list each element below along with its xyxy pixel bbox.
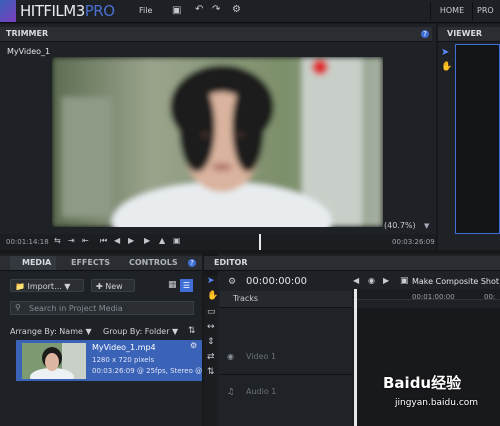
watermark-url: jingyan.baidu.com bbox=[395, 398, 479, 408]
snap-icon[interactable]: ⚙ bbox=[228, 277, 236, 287]
composite-icon[interactable]: ▣ bbox=[400, 276, 409, 286]
tab-media[interactable]: MEDIA bbox=[10, 256, 56, 270]
track-divider bbox=[220, 374, 352, 375]
trimmer-clip-tab[interactable]: MyVideo_1 bbox=[7, 47, 50, 56]
search-icon: ⚲ bbox=[15, 303, 21, 312]
slip-tool-icon[interactable]: ↔ bbox=[207, 322, 215, 332]
trimmer-header bbox=[0, 27, 432, 42]
make-composite-button[interactable]: Make Composite Shot bbox=[412, 277, 500, 286]
chevron-down-icon: ▼ bbox=[82, 327, 92, 336]
video-track-label: Video 1 bbox=[246, 352, 277, 361]
arrange-label: Arrange By: Name bbox=[10, 327, 83, 336]
chevron-down-icon: ▼ bbox=[169, 327, 179, 336]
list-view-icon[interactable]: ☰ bbox=[180, 279, 193, 292]
thumbnail-image bbox=[22, 343, 86, 379]
trimmer-title: TRIMMER bbox=[6, 29, 49, 38]
video-preview[interactable] bbox=[52, 57, 383, 227]
trimmer-time-end: 00:03:26:09 bbox=[392, 238, 435, 246]
media-item-resolution: 1280 x 720 pixels bbox=[92, 356, 155, 364]
set-in-icon[interactable]: ⇥ bbox=[68, 236, 75, 246]
media-item-name: MyVideo_1.mp4 bbox=[92, 343, 156, 352]
media-item-settings-icon[interactable]: ⚙ bbox=[190, 341, 197, 350]
import-dropdown-icon: ▼ bbox=[61, 282, 71, 291]
ruler-time-1: 00:01:00:00 bbox=[412, 293, 455, 301]
viewer-title: VIEWER bbox=[447, 29, 483, 38]
selection-tool-icon[interactable]: ➤ bbox=[441, 47, 449, 58]
editor-title: EDITOR bbox=[214, 258, 248, 267]
tracks-label: Tracks bbox=[233, 294, 259, 303]
overlay-clip-icon[interactable]: ▣ bbox=[173, 236, 181, 246]
select-tool-icon[interactable]: ➤ bbox=[207, 276, 215, 286]
audio-track-label: Audio 1 bbox=[246, 387, 277, 396]
settings-icon[interactable]: ⚙ bbox=[232, 5, 241, 15]
brand-suffix: PRO bbox=[84, 2, 115, 20]
tab-effects[interactable]: EFFECTS bbox=[71, 256, 110, 270]
group-label: Group By: Folder bbox=[103, 327, 170, 336]
grid-view-icon[interactable]: ▦ bbox=[168, 280, 177, 290]
insert-clip-icon[interactable]: ▲ bbox=[159, 236, 165, 246]
marker-icon[interactable]: ◉ bbox=[368, 276, 375, 285]
step-back-icon[interactable]: ◀ bbox=[114, 236, 120, 246]
next-marker-icon[interactable]: ▶ bbox=[383, 276, 389, 285]
media-thumbnail bbox=[22, 343, 86, 379]
slice-tool-icon[interactable]: ▭ bbox=[207, 307, 216, 317]
zoom-dropdown-icon[interactable]: ▼ bbox=[424, 222, 429, 230]
editor-playhead[interactable] bbox=[354, 289, 357, 426]
import-button[interactable]: 📁 Import... ▼ bbox=[10, 279, 84, 292]
roll-tool-icon[interactable]: ⇅ bbox=[207, 367, 215, 377]
media-item-details: 00:03:26:09 @ 25fps, Stereo @ 44 bbox=[92, 367, 202, 375]
video-frame-image bbox=[52, 57, 383, 227]
loop-icon[interactable]: ⇆ bbox=[54, 236, 61, 246]
brand-name: HITFILM3 bbox=[20, 2, 85, 20]
nav-pro[interactable]: PRO bbox=[472, 2, 500, 20]
go-start-icon[interactable]: ⏮ bbox=[100, 236, 107, 246]
search-field[interactable]: ⚲ Search in Project Media bbox=[10, 301, 194, 315]
trimmer-zoom[interactable]: (40.7%) bbox=[384, 221, 416, 230]
step-forward-icon[interactable]: ▶ bbox=[128, 236, 134, 246]
ripple-tool-icon[interactable]: ⇕ bbox=[207, 337, 215, 347]
trimmer-transport bbox=[0, 234, 436, 250]
set-out-icon[interactable]: ⇤ bbox=[82, 236, 89, 246]
nav-home[interactable]: HOME bbox=[430, 2, 473, 20]
viewer-canvas[interactable] bbox=[455, 44, 500, 234]
hand-tool-icon[interactable]: ✋ bbox=[441, 62, 452, 72]
drag-tool-icon[interactable]: ✋ bbox=[207, 291, 218, 301]
redo-icon[interactable]: ↷ bbox=[212, 5, 220, 15]
menu-file[interactable]: File bbox=[139, 6, 152, 15]
trimmer-time-start: 00:01:14:18 bbox=[6, 238, 49, 246]
watermark-logo: Baidu经验 bbox=[383, 374, 462, 392]
media-help-icon[interactable]: ? bbox=[188, 259, 196, 267]
save-icon[interactable]: ▣ bbox=[172, 6, 181, 16]
track-headers bbox=[220, 308, 352, 426]
timeline-area[interactable] bbox=[353, 308, 500, 426]
trimmer-side bbox=[383, 57, 433, 227]
plus-icon: ✚ bbox=[96, 282, 106, 291]
undo-icon[interactable]: ↶ bbox=[195, 5, 203, 15]
app-logo-icon bbox=[0, 0, 16, 22]
speaker-icon[interactable]: ♫ bbox=[227, 387, 234, 396]
tab-controls[interactable]: CONTROLS bbox=[129, 256, 178, 270]
new-button[interactable]: ✚ New bbox=[91, 279, 135, 292]
trimmer-help-icon[interactable]: ? bbox=[421, 30, 429, 38]
trimmer-playhead[interactable] bbox=[259, 234, 261, 250]
arrange-dropdown[interactable]: Arrange By: Name ▼ bbox=[10, 327, 92, 336]
play-icon[interactable]: ▶ bbox=[144, 236, 150, 246]
group-dropdown[interactable]: Group By: Folder ▼ bbox=[103, 327, 178, 336]
sort-order-icon[interactable]: ⇅ bbox=[188, 326, 196, 336]
search-input[interactable]: Search in Project Media bbox=[29, 304, 123, 313]
prev-marker-icon[interactable]: ◀ bbox=[353, 276, 359, 285]
editor-timecode[interactable]: 00:00:00:00 bbox=[246, 276, 307, 287]
editor-header bbox=[204, 256, 500, 271]
folder-icon: 📁 bbox=[15, 282, 28, 291]
app-brand: HITFILM3PRO bbox=[20, 3, 115, 19]
import-label: Import... bbox=[27, 282, 62, 291]
visibility-icon[interactable]: ◉ bbox=[227, 352, 234, 361]
new-label: New bbox=[105, 282, 123, 291]
rate-stretch-tool-icon[interactable]: ⇄ bbox=[207, 352, 215, 362]
ruler-time-2: 00: bbox=[484, 293, 496, 301]
